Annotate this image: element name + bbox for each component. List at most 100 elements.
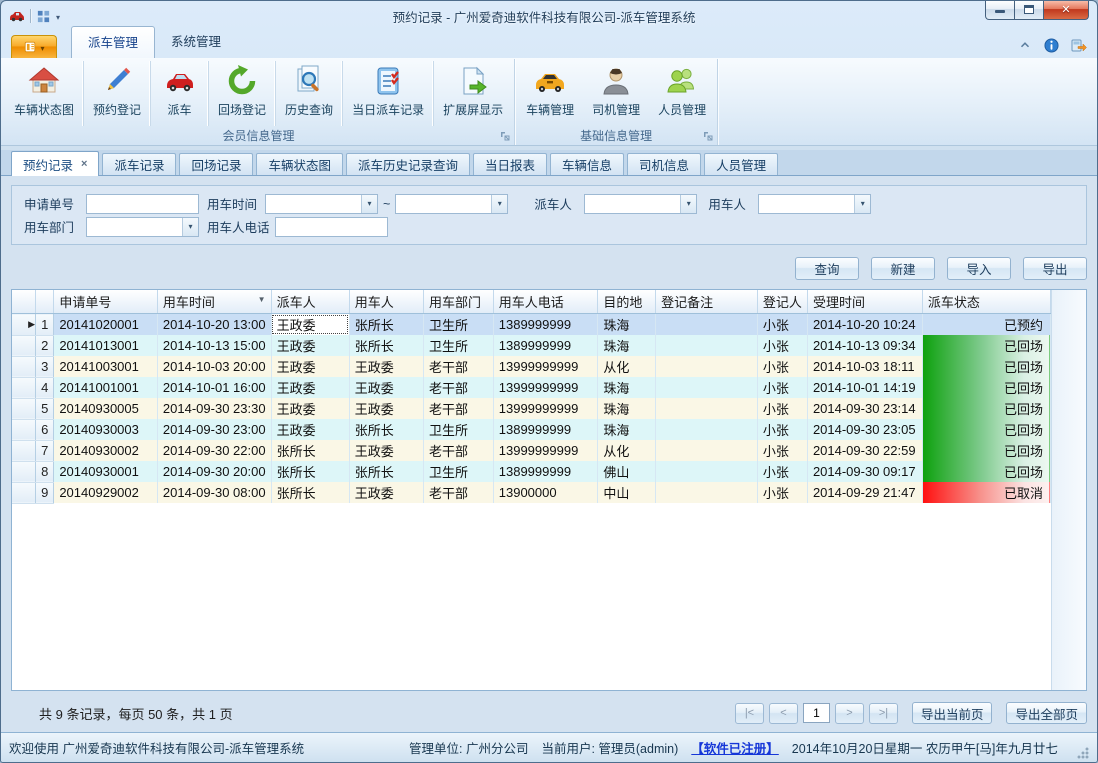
cell-destination[interactable]: 中山 — [598, 482, 656, 503]
import-button[interactable]: 导入 — [947, 257, 1011, 280]
cell-department[interactable]: 卫生所 — [423, 314, 493, 336]
cell-destination[interactable]: 珠海 — [598, 398, 656, 419]
cell-dispatcher[interactable]: 张所长 — [271, 461, 349, 482]
cell-dispatcher[interactable]: 王政委 — [271, 335, 349, 356]
prev-page-button[interactable]: < — [769, 703, 798, 724]
layout-grid-icon[interactable] — [36, 9, 51, 24]
cell-accept-time[interactable]: 2014-09-30 09:17 — [807, 461, 922, 482]
cell-registrar[interactable]: 小张 — [757, 440, 807, 461]
create-button[interactable]: 新建 — [871, 257, 935, 280]
cell-status[interactable]: 已回场 — [922, 419, 1050, 440]
cell-car-user[interactable]: 张所长 — [349, 314, 423, 336]
column-header[interactable]: 申请单号 — [54, 290, 158, 314]
cell-department[interactable]: 卫生所 — [423, 335, 493, 356]
app-menu-button[interactable] — [11, 35, 57, 58]
cell-status[interactable]: 已回场 — [922, 461, 1050, 482]
cell-phone[interactable]: 13900000 — [493, 482, 598, 503]
table-row[interactable]: 8201409300012014-09-30 20:00张所长张所长卫生所138… — [12, 461, 1051, 482]
export-all-pages-button[interactable]: 导出全部页 — [1006, 702, 1087, 724]
cell-use-time[interactable]: 2014-10-03 20:00 — [157, 356, 271, 377]
table-row[interactable]: 3201410030012014-10-03 20:00王政委王政委老干部139… — [12, 356, 1051, 377]
cell-registrar[interactable]: 小张 — [757, 356, 807, 377]
cell-car-user[interactable]: 王政委 — [349, 377, 423, 398]
cell-accept-time[interactable]: 2014-10-13 09:34 — [807, 335, 922, 356]
cell-destination[interactable]: 珠海 — [598, 335, 656, 356]
phone-input[interactable] — [275, 217, 388, 237]
cell-department[interactable]: 卫生所 — [423, 461, 493, 482]
doc-tab[interactable]: 司机信息 — [627, 153, 701, 175]
cell-dispatcher[interactable]: 王政委 — [271, 314, 349, 336]
column-header[interactable]: 派车状态 — [922, 290, 1050, 314]
cell-phone[interactable]: 13999999999 — [493, 440, 598, 461]
cell-status[interactable]: 已回场 — [922, 335, 1050, 356]
cell-car-user[interactable]: 王政委 — [349, 398, 423, 419]
doc-tab[interactable]: 车辆状态图 — [256, 153, 343, 175]
cell-car-user[interactable]: 王政委 — [349, 482, 423, 503]
cell-status[interactable]: 已回场 — [922, 398, 1050, 419]
qat-dropdown-icon[interactable] — [56, 7, 60, 25]
cell-remark[interactable] — [656, 377, 758, 398]
table-row[interactable]: 7201409300022014-09-30 22:00张所长王政委老干部139… — [12, 440, 1051, 461]
doc-tab[interactable]: 预约记录× — [11, 151, 99, 176]
cell-phone[interactable]: 1389999999 — [493, 314, 598, 336]
dropdown-arrow-icon[interactable] — [361, 195, 377, 213]
cell-status[interactable]: 已取消 — [922, 482, 1050, 503]
cell-registrar[interactable]: 小张 — [757, 398, 807, 419]
ribbon-button-recycle[interactable]: 回场登记 — [208, 61, 275, 126]
vertical-scrollbar[interactable] — [1051, 290, 1086, 690]
cell-dispatcher[interactable]: 王政委 — [271, 356, 349, 377]
cell-car-user[interactable]: 王政委 — [349, 356, 423, 377]
cell-registrar[interactable]: 小张 — [757, 482, 807, 503]
cell-registrar[interactable]: 小张 — [757, 314, 807, 336]
cell-remark[interactable] — [656, 461, 758, 482]
use-time-from-combo[interactable] — [265, 194, 378, 214]
use-time-to-input[interactable] — [396, 195, 491, 213]
cell-request-no[interactable]: 20140930003 — [54, 419, 158, 440]
dialog-launcher-icon[interactable] — [500, 131, 510, 141]
last-page-button[interactable]: >| — [869, 703, 898, 724]
column-header[interactable]: 用车时间▼ — [157, 290, 271, 314]
cell-use-time[interactable]: 2014-09-30 08:00 — [157, 482, 271, 503]
cell-dispatcher[interactable]: 张所长 — [271, 440, 349, 461]
car-user-input[interactable] — [759, 195, 854, 213]
cell-car-user[interactable]: 王政委 — [349, 440, 423, 461]
cell-request-no[interactable]: 20140929002 — [54, 482, 158, 503]
table-row[interactable]: 9201409290022014-09-30 08:00张所长王政委老干部139… — [12, 482, 1051, 503]
car-user-combo[interactable] — [758, 194, 871, 214]
column-header[interactable]: 登记人 — [757, 290, 807, 314]
cell-registrar[interactable]: 小张 — [757, 377, 807, 398]
doc-tab[interactable]: 车辆信息 — [550, 153, 624, 175]
cell-use-time[interactable]: 2014-09-30 23:30 — [157, 398, 271, 419]
cell-status[interactable]: 已回场 — [922, 440, 1050, 461]
cell-use-time[interactable]: 2014-09-30 20:00 — [157, 461, 271, 482]
cell-accept-time[interactable]: 2014-09-30 23:14 — [807, 398, 922, 419]
cell-phone[interactable]: 13999999999 — [493, 398, 598, 419]
use-time-to-combo[interactable] — [395, 194, 508, 214]
cell-use-time[interactable]: 2014-09-30 23:00 — [157, 419, 271, 440]
table-row[interactable]: 4201410010012014-10-01 16:00王政委王政委老干部139… — [12, 377, 1051, 398]
dropdown-arrow-icon[interactable] — [491, 195, 507, 213]
cell-phone[interactable]: 1389999999 — [493, 335, 598, 356]
about-info-icon[interactable] — [1044, 38, 1059, 53]
column-header[interactable]: 受理时间 — [807, 290, 922, 314]
doc-tab[interactable]: 当日报表 — [473, 153, 547, 175]
cell-car-user[interactable]: 张所长 — [349, 461, 423, 482]
cell-phone[interactable]: 1389999999 — [493, 461, 598, 482]
column-header[interactable]: 目的地 — [598, 290, 656, 314]
cell-remark[interactable] — [656, 482, 758, 503]
cell-accept-time[interactable]: 2014-10-20 10:24 — [807, 314, 922, 336]
license-link[interactable]: 【软件已注册】 — [691, 738, 779, 757]
minimize-button[interactable] — [985, 1, 1015, 20]
cell-department[interactable]: 老干部 — [423, 356, 493, 377]
cell-request-no[interactable]: 20141001001 — [54, 377, 158, 398]
dispatcher-combo[interactable] — [584, 194, 697, 214]
doc-tab[interactable]: 派车历史记录查询 — [346, 153, 470, 175]
department-combo[interactable] — [86, 217, 199, 237]
dialog-launcher-icon[interactable] — [703, 131, 713, 141]
cell-accept-time[interactable]: 2014-09-30 23:05 — [807, 419, 922, 440]
doc-tab[interactable]: 派车记录 — [102, 153, 176, 175]
export-current-page-button[interactable]: 导出当前页 — [912, 702, 993, 724]
ribbon-button-search-doc[interactable]: 历史查询 — [275, 61, 342, 126]
dropdown-arrow-icon[interactable] — [182, 218, 198, 236]
cell-destination[interactable]: 珠海 — [598, 377, 656, 398]
